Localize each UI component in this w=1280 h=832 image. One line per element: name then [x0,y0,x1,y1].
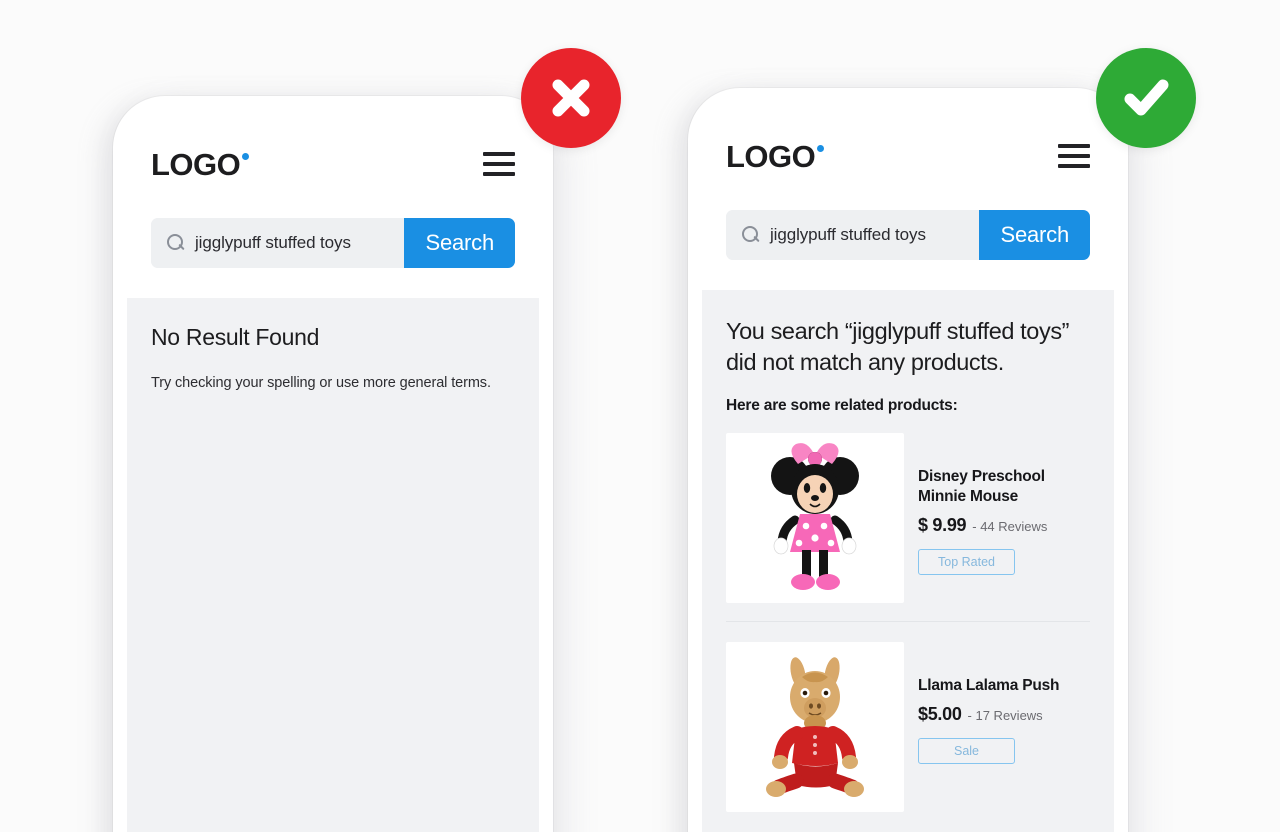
search-input-right[interactable]: jigglypuff stuffed toys [726,210,980,260]
minnie-mouse-plush-image[interactable] [726,432,904,603]
product-price-row: $ 9.99 - 44 Reviews [918,507,1090,536]
product-reviews: - 17 Reviews [967,707,1043,723]
llama-llama-plush-image[interactable] [726,641,904,812]
related-products-label: Here are some related products: [726,396,958,414]
blue-dot-icon [817,144,825,152]
blue-dot-icon [242,152,250,160]
related-products-list: Disney Preschool Minnie Mouse $ 9.99 - 4… [726,415,1090,830]
hamburger-bar [483,152,515,156]
search-input-left[interactable]: jigglypuff stuffed toys [151,218,405,268]
app-header-right: LOGO [702,102,1114,210]
search-input-value: jigglypuff stuffed toys [195,233,351,252]
app-header-left: LOGO [127,110,539,218]
product-price-row: $5.00 - 17 Reviews [918,696,1090,725]
product-title: Disney Preschool Minnie Mouse [918,467,1045,505]
status-badge[interactable]: Top Rated [918,548,1015,575]
product-price: $5.00 [918,703,962,724]
cross-icon [521,48,621,148]
list-item[interactable]: Llama Lalama Push $5.00 - 17 Reviews Sal… [726,620,1090,830]
phone-mockup-related-results: LOGO jigglypuff stuffed toys Search You … [688,88,1128,832]
product-info: Llama Lalama Push $5.00 - 17 Reviews Sal… [918,642,1090,764]
brand-logo-left[interactable]: LOGO [151,146,250,182]
search-icon [167,234,185,252]
search-bar-right: jigglypuff stuffed toys Search [726,210,1090,260]
check-icon [1096,48,1196,148]
logo-text: LOGO [726,138,816,174]
search-bar-left: jigglypuff stuffed toys Search [151,218,515,268]
list-item[interactable]: Disney Preschool Minnie Mouse $ 9.99 - 4… [726,432,1090,621]
search-row-left: jigglypuff stuffed toys Search [127,218,539,298]
product-title: Llama Lalama Push [918,676,1060,694]
product-price: $ 9.99 [918,514,967,535]
status-badge[interactable]: Sale [918,737,1015,764]
content-pane-right: You search “jigglypuff stuffed toys” did… [702,290,1114,832]
product-info: Disney Preschool Minnie Mouse $ 9.99 - 4… [918,433,1090,575]
content-pane-left: No Result Found Try checking your spelli… [127,298,539,832]
no-result-title: No Result Found [151,324,320,350]
hamburger-bar [1058,164,1090,168]
no-result-subtitle: Try checking your spelling or use more g… [151,375,491,391]
phone-screen-right: LOGO jigglypuff stuffed toys Search You … [702,102,1114,832]
logo-text: LOGO [151,146,241,182]
search-row-right: jigglypuff stuffed toys Search [702,210,1114,290]
hamburger-bar [483,172,515,176]
hamburger-bar [483,162,515,166]
brand-logo-right[interactable]: LOGO [726,138,825,174]
phone-mockup-no-results: LOGO jigglypuff stuffed toys Search No R… [113,96,553,832]
search-icon [742,226,760,244]
search-input-value: jigglypuff stuffed toys [770,225,926,244]
hamburger-bar [1058,154,1090,158]
no-match-heading: You search “jigglypuff stuffed toys” did… [726,318,1070,376]
phone-screen-left: LOGO jigglypuff stuffed toys Search No R… [127,110,539,832]
hamburger-bar [1058,144,1090,148]
hamburger-menu-icon[interactable] [483,152,515,176]
search-button-right[interactable]: Search [979,210,1090,260]
product-reviews: - 44 Reviews [972,518,1048,534]
hamburger-menu-icon[interactable] [1058,144,1090,168]
search-button-left[interactable]: Search [404,218,515,268]
